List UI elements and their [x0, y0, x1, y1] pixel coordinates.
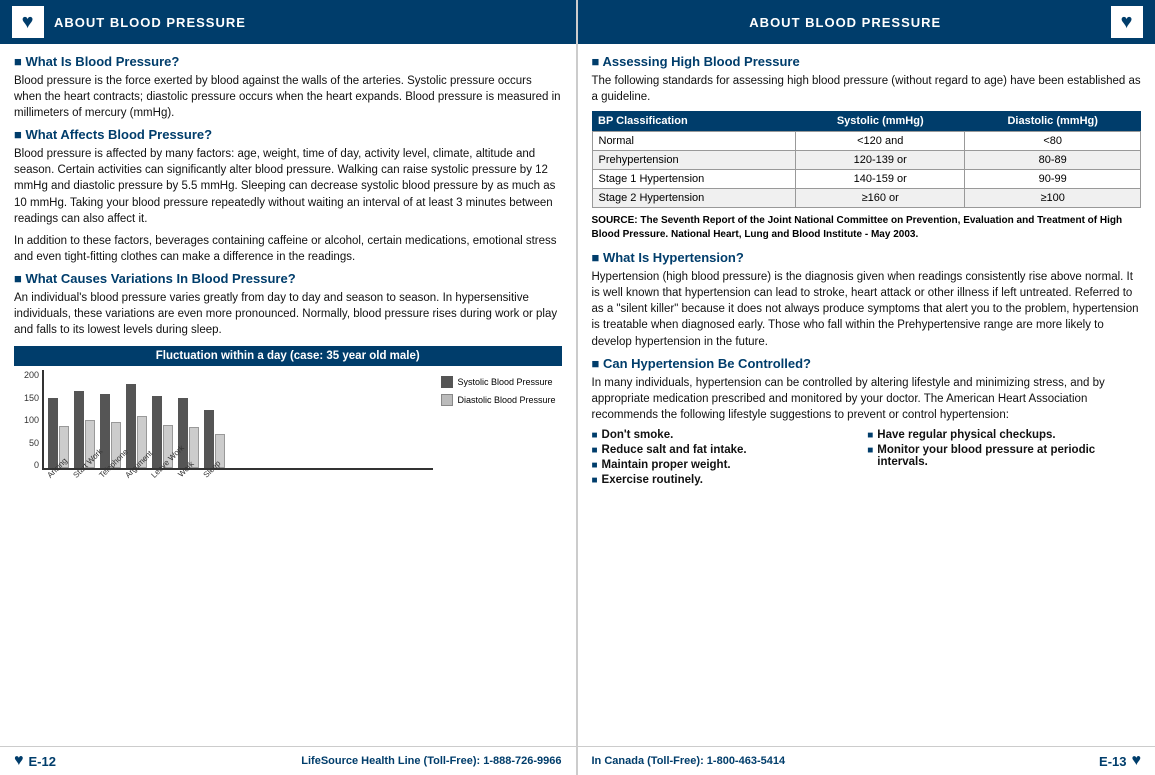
- bullets-container: Don't smoke.Reduce salt and fat intake.M…: [592, 429, 1142, 486]
- legend-diastolic: Diastolic Blood Pressure: [441, 394, 555, 406]
- section-controlled: Can Hypertension Be Controlled? In many …: [592, 356, 1142, 423]
- section-title-what-is-bp: What Is Blood Pressure?: [14, 54, 562, 69]
- y-label-200: 200: [24, 370, 39, 380]
- body-what-is-bp: Blood pressure is the force exerted by b…: [14, 73, 562, 121]
- y-label-50: 50: [29, 438, 39, 448]
- y-label-150: 150: [24, 393, 39, 403]
- y-label-0: 0: [34, 460, 39, 470]
- section-title-what-affects-bp: What Affects Blood Pressure?: [14, 127, 562, 142]
- right-page-num: E-13 ♥: [1099, 752, 1141, 770]
- bullet-item: Maintain proper weight.: [592, 459, 866, 471]
- bar-systolic: [100, 394, 110, 468]
- bp-table: BP Classification Systolic (mmHg) Diasto…: [592, 111, 1142, 208]
- legend-label-diastolic: Diastolic Blood Pressure: [457, 395, 555, 405]
- table-cell-r1-c1: 120-139 or: [796, 151, 965, 170]
- left-header-title: ABOUT BLOOD PRESSURE: [54, 15, 246, 30]
- chart-section: Fluctuation within a day (case: 35 year …: [14, 346, 562, 512]
- section-what-affects-bp: What Affects Blood Pressure? Blood press…: [14, 127, 562, 265]
- heart-glyph: ♥: [22, 11, 35, 34]
- right-header: ABOUT BLOOD PRESSURE ♥: [578, 0, 1155, 44]
- table-cell-r2-c1: 140-159 or: [796, 170, 965, 189]
- table-cell-r3-c1: ≥160 or: [796, 189, 965, 208]
- section-title-hypertension: What Is Hypertension?: [592, 250, 1142, 265]
- legend-box-systolic: [441, 376, 453, 388]
- section-title-variations-bp: What Causes Variations In Blood Pressure…: [14, 271, 562, 286]
- bullet-item: Reduce salt and fat intake.: [592, 444, 866, 456]
- body-what-affects-bp: Blood pressure is affected by many facto…: [14, 146, 562, 226]
- left-header: ♥ ABOUT BLOOD PRESSURE: [0, 0, 576, 44]
- table-header-classification: BP Classification: [592, 111, 796, 132]
- chart-title: Fluctuation within a day (case: 35 year …: [14, 346, 562, 366]
- section-assessing-bp: Assessing High Blood Pressure The follow…: [592, 54, 1142, 105]
- section-hypertension: What Is Hypertension? Hypertension (high…: [592, 250, 1142, 349]
- heart-icon-right: ♥: [1111, 6, 1143, 38]
- body-variations-bp: An individual's blood pressure varies gr…: [14, 290, 562, 338]
- body-assessing-bp-intro: The following standards for assessing hi…: [592, 73, 1142, 105]
- bullet-item: Have regular physical checkups.: [867, 429, 1141, 441]
- bar-systolic: [74, 391, 84, 468]
- section-title-assessing-bp: Assessing High Blood Pressure: [592, 54, 1142, 69]
- body-hypertension: Hypertension (high blood pressure) is th…: [592, 269, 1142, 349]
- table-header-diastolic: Diastolic (mmHg): [965, 111, 1141, 132]
- section-title-controlled: Can Hypertension Be Controlled?: [592, 356, 1142, 371]
- left-page-num: ♥ E-12: [14, 752, 56, 770]
- left-footer: ♥ E-12 LifeSource Health Line (Toll-Free…: [0, 746, 576, 775]
- table-cell-r3-c0: Stage 2 Hypertension: [592, 189, 796, 208]
- heart-footer-right: ♥: [1132, 752, 1142, 770]
- page-right: ABOUT BLOOD PRESSURE ♥ Assessing High Bl…: [578, 0, 1155, 775]
- legend-systolic: Systolic Blood Pressure: [441, 376, 555, 388]
- right-footer: In Canada (Toll-Free): 1-800-463-5414 E-…: [578, 746, 1155, 775]
- body-controlled: In many individuals, hypertension can be…: [592, 375, 1142, 423]
- left-content: What Is Blood Pressure? Blood pressure i…: [0, 44, 576, 746]
- table-cell-r2-c2: 90-99: [965, 170, 1141, 189]
- bullets-col2: Have regular physical checkups. Monitor y…: [867, 429, 1141, 486]
- right-page-label: E-13: [1099, 754, 1126, 769]
- legend-label-systolic: Systolic Blood Pressure: [457, 377, 552, 387]
- left-footer-phone: LifeSource Health Line (Toll-Free): 1-88…: [301, 755, 561, 767]
- table-cell-r1-c0: Prehypertension: [592, 151, 796, 170]
- heart-icon-left: ♥: [12, 6, 44, 38]
- table-cell-r2-c0: Stage 1 Hypertension: [592, 170, 796, 189]
- heart-glyph-right: ♥: [1121, 11, 1134, 34]
- body-what-affects-bp-2: In addition to these factors, beverages …: [14, 233, 562, 265]
- bullets-col1: Don't smoke. Reduce salt and fat intake. M…: [592, 429, 866, 486]
- page-left: ♥ ABOUT BLOOD PRESSURE What Is Blood Pre…: [0, 0, 578, 775]
- table-header-systolic: Systolic (mmHg): [796, 111, 965, 132]
- right-header-title: ABOUT BLOOD PRESSURE: [590, 15, 1102, 30]
- bullet-item: Monitor your blood pressure at periodic …: [867, 444, 1141, 468]
- left-page-label: E-12: [29, 754, 56, 769]
- bullet-item: Exercise routinely.: [592, 474, 866, 486]
- table-cell-r0-c1: <120 and: [796, 132, 965, 151]
- table-cell-r0-c2: <80: [965, 132, 1141, 151]
- y-label-100: 100: [24, 415, 39, 425]
- bar-systolic: [152, 396, 162, 468]
- heart-footer-left: ♥: [14, 752, 24, 770]
- table-cell-r1-c2: 80-89: [965, 151, 1141, 170]
- right-footer-phone: In Canada (Toll-Free): 1-800-463-5414: [592, 755, 786, 767]
- right-content: Assessing High Blood Pressure The follow…: [578, 44, 1155, 746]
- legend-box-diastolic: [441, 394, 453, 406]
- table-cell-r3-c2: ≥100: [965, 189, 1141, 208]
- section-what-is-bp: What Is Blood Pressure? Blood pressure i…: [14, 54, 562, 121]
- source-text: SOURCE: The Seventh Report of the Joint …: [592, 214, 1142, 242]
- section-variations-bp: What Causes Variations In Blood Pressure…: [14, 271, 562, 338]
- table-cell-r0-c0: Normal: [592, 132, 796, 151]
- bullet-item: Don't smoke.: [592, 429, 866, 441]
